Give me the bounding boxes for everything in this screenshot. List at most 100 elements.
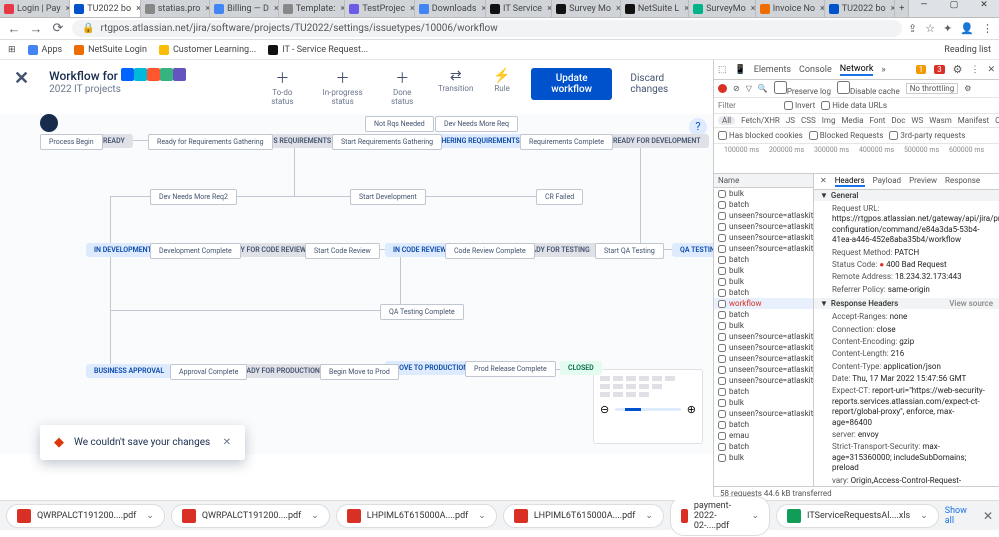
request-row[interactable]: unseen?source=atlaskitNotifi bbox=[714, 210, 813, 221]
type-filter[interactable]: WS bbox=[911, 116, 923, 125]
bookmark-item[interactable]: IT - Service Request... bbox=[268, 45, 368, 55]
type-filter[interactable]: Img bbox=[822, 116, 836, 125]
request-row[interactable]: unseen?source=atlaskitNotifi bbox=[714, 375, 813, 386]
update-workflow-button[interactable]: Update workflow bbox=[531, 68, 613, 100]
browser-tab[interactable]: IT Service× bbox=[486, 0, 552, 17]
request-row[interactable]: batch bbox=[714, 419, 813, 430]
type-filter[interactable]: Wasm bbox=[929, 116, 951, 125]
request-row[interactable]: bulk bbox=[714, 397, 813, 408]
browser-tab[interactable]: Downloads× bbox=[415, 0, 486, 17]
toolbar-action[interactable]: ＋Done status bbox=[386, 68, 418, 106]
discard-changes-button[interactable]: Discard changes bbox=[622, 68, 699, 100]
filter-toggle-icon[interactable]: ▽ bbox=[746, 84, 752, 93]
bookmark-item[interactable]: NetSuite Login bbox=[74, 45, 147, 55]
minimize-button[interactable]: — bbox=[909, 0, 939, 17]
clear-button[interactable]: ⊘ bbox=[733, 84, 740, 93]
type-filter[interactable]: Other bbox=[995, 116, 999, 125]
more-tabs-icon[interactable]: » bbox=[881, 65, 885, 75]
transition-node[interactable]: Begin Move to Prod bbox=[320, 364, 399, 380]
request-row[interactable]: bulk bbox=[714, 276, 813, 287]
tab-network[interactable]: Network bbox=[840, 64, 874, 76]
transition-node[interactable]: Not Rqs Needed bbox=[365, 116, 434, 132]
request-row[interactable]: batch bbox=[714, 287, 813, 298]
transition-node[interactable]: Dev Needs More Req2 bbox=[150, 189, 237, 205]
blocked-cookies-checkbox[interactable]: Has blocked cookies bbox=[718, 131, 803, 140]
type-filter[interactable]: All bbox=[718, 116, 735, 125]
disable-cache-checkbox[interactable]: Disable cache bbox=[837, 81, 900, 96]
tab-elements[interactable]: Elements bbox=[754, 65, 791, 75]
zoom-in-icon[interactable]: ⊕ bbox=[687, 403, 696, 416]
type-filter[interactable]: Font bbox=[869, 116, 885, 125]
browser-tab[interactable]: Survey Mo× bbox=[552, 0, 621, 17]
warning-badge[interactable]: 1 bbox=[916, 65, 927, 74]
request-row[interactable]: workflow bbox=[714, 298, 813, 309]
zoom-slider[interactable] bbox=[615, 408, 681, 411]
share-icon[interactable]: ⇪ bbox=[908, 22, 917, 35]
request-row[interactable]: bulk bbox=[714, 452, 813, 463]
browser-tab[interactable]: TU2022 bo× bbox=[70, 0, 141, 17]
url-field[interactable]: 🔒 rtgpos.atlassian.net/jira/software/pro… bbox=[72, 20, 902, 37]
section-response-headers[interactable]: ▼Response HeadersView source bbox=[814, 298, 999, 309]
reload-button[interactable]: ⟳ bbox=[50, 21, 66, 36]
request-row[interactable]: unseen?source=atlaskitNotifi bbox=[714, 232, 813, 243]
type-filter[interactable]: Manifest bbox=[958, 116, 989, 125]
detail-tab-preview[interactable]: Preview bbox=[909, 176, 937, 187]
browser-tab[interactable]: Login | Pay× bbox=[0, 0, 70, 17]
browser-tab[interactable]: statias.pro× bbox=[141, 0, 210, 17]
request-row[interactable]: bulk bbox=[714, 265, 813, 276]
detail-tab-payload[interactable]: Payload bbox=[873, 176, 901, 187]
bookmark-item[interactable]: Customer Learning... bbox=[159, 45, 256, 55]
downloads-close-button[interactable]: ✕ bbox=[983, 509, 993, 523]
request-row[interactable]: emau bbox=[714, 430, 813, 441]
error-badge[interactable]: 3 bbox=[934, 65, 945, 74]
minimap[interactable]: ⊖ ⊕ bbox=[593, 369, 703, 444]
menu-icon[interactable]: ⋮ bbox=[982, 22, 993, 35]
apps-icon[interactable]: ⊞ bbox=[8, 45, 16, 55]
type-filter[interactable]: JS bbox=[786, 116, 795, 125]
device-icon[interactable]: 📱 bbox=[735, 65, 746, 75]
devtools-close-icon[interactable]: ✕ bbox=[987, 65, 995, 75]
blocked-requests-checkbox[interactable]: Blocked Requests bbox=[809, 131, 884, 140]
toolbar-action[interactable]: ＋To-do status bbox=[266, 68, 299, 106]
toast-close-button[interactable]: ✕ bbox=[223, 437, 231, 448]
devtools-menu-icon[interactable]: ⋮ bbox=[970, 65, 979, 75]
status-in-dev[interactable]: IN DEVELOPMENT bbox=[86, 243, 160, 257]
network-settings-gear-icon[interactable]: ⚙ bbox=[964, 84, 971, 93]
browser-tab[interactable]: Invoice No× bbox=[756, 0, 825, 17]
request-row[interactable]: batch bbox=[714, 386, 813, 397]
zoom-out-icon[interactable]: ⊖ bbox=[600, 403, 609, 416]
bookmark-item[interactable]: Apps bbox=[28, 45, 63, 55]
type-filter[interactable]: Doc bbox=[891, 116, 905, 125]
inspect-icon[interactable]: ⬚ bbox=[718, 65, 727, 75]
transition-node[interactable]: Process Begin bbox=[40, 134, 103, 150]
request-row[interactable]: unseen?source=atlaskitNotifi bbox=[714, 353, 813, 364]
browser-tab[interactable]: Template:× bbox=[279, 0, 346, 17]
bookmark-icon[interactable]: ☆ bbox=[925, 22, 935, 35]
close-editor-button[interactable]: ✕ bbox=[14, 68, 29, 89]
browser-tab[interactable]: TU2022 bo× bbox=[825, 0, 896, 17]
status-closed[interactable]: CLOSED bbox=[560, 361, 602, 375]
transition-node[interactable]: Approval Complete bbox=[170, 364, 247, 380]
invert-checkbox[interactable]: Invert bbox=[784, 101, 815, 110]
request-row[interactable]: unseen?source=atlaskitNotifi bbox=[714, 243, 813, 254]
request-row[interactable]: unseen?source=atlaskitNotifi bbox=[714, 221, 813, 232]
preserve-log-checkbox[interactable]: Preserve log bbox=[774, 81, 831, 96]
record-button[interactable] bbox=[718, 84, 727, 93]
type-filter[interactable]: Fetch/XHR bbox=[741, 116, 780, 125]
status-ready-dev[interactable]: READY FOR DEVELOPMENT bbox=[605, 134, 709, 148]
maximize-button[interactable]: ▢ bbox=[939, 0, 969, 17]
workflow-start-node[interactable] bbox=[40, 114, 58, 132]
request-row[interactable]: batch bbox=[714, 199, 813, 210]
type-filter[interactable]: Media bbox=[841, 116, 863, 125]
close-window-button[interactable]: ✕ bbox=[969, 0, 999, 17]
network-timeline[interactable]: 100000 ms200000 ms300000 ms400000 ms5000… bbox=[714, 144, 999, 174]
view-source-link[interactable]: View source bbox=[949, 299, 993, 308]
download-chip[interactable]: QWRPALCT191200....pdf⌄ bbox=[171, 504, 330, 528]
search-icon[interactable]: 🔍 bbox=[758, 84, 768, 93]
transition-node[interactable]: Start QA Testing bbox=[595, 243, 664, 259]
transition-node[interactable]: Dev Needs More Req bbox=[435, 116, 518, 132]
request-row[interactable]: batch bbox=[714, 309, 813, 320]
status-qa-test[interactable]: QA TESTING bbox=[672, 243, 713, 257]
detail-tab-response[interactable]: Response bbox=[945, 176, 980, 187]
toolbar-action[interactable]: ＋In-progress status bbox=[319, 68, 367, 106]
